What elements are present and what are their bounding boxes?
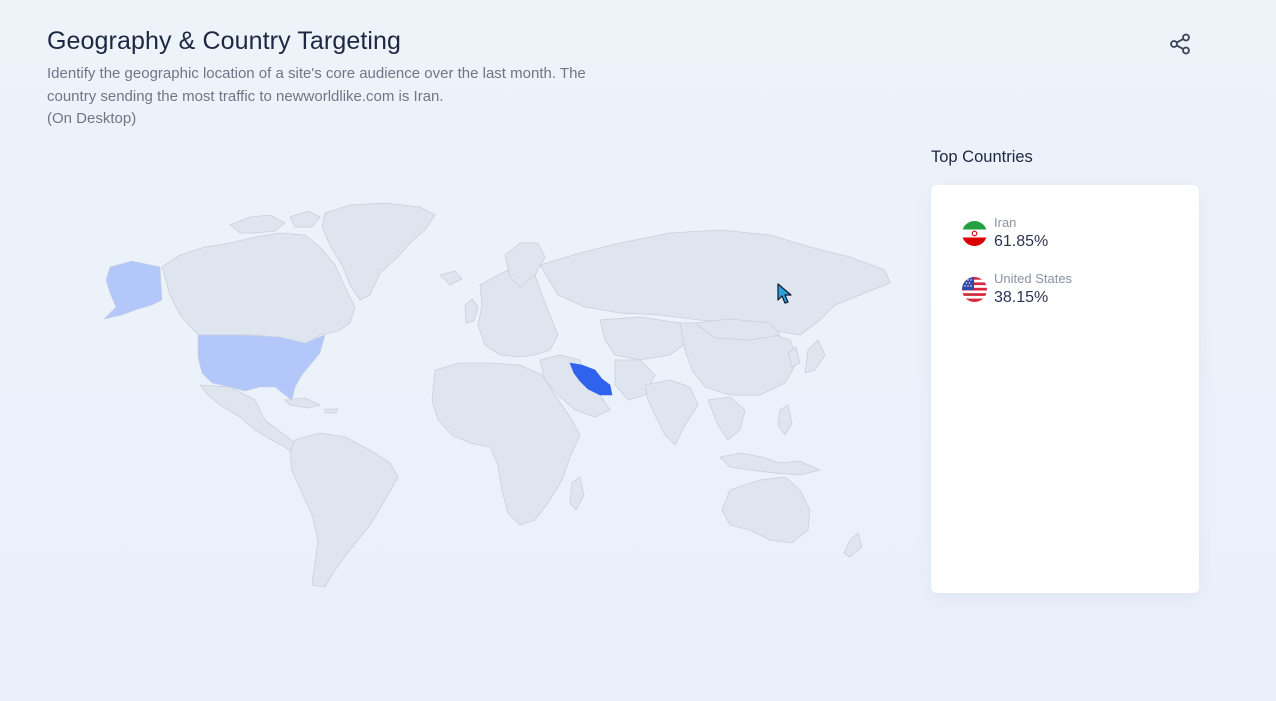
map-country-india[interactable]: [644, 379, 699, 446]
page-title: Geography & Country Targeting: [47, 27, 402, 55]
country-name: Iran: [994, 215, 1017, 230]
share-icon: [1170, 33, 1190, 55]
map-country-new-zealand[interactable]: [843, 532, 863, 558]
map-country-japan[interactable]: [804, 339, 826, 374]
description-line-2: country sending the most traffic to neww…: [47, 87, 444, 105]
country-percent: 38.15%: [994, 289, 1049, 306]
map-country-southeast-asia[interactable]: [707, 396, 746, 441]
mouse-cursor-icon: [777, 283, 792, 304]
map-country-central-asia[interactable]: [599, 316, 691, 361]
iran-flag-icon: [962, 221, 987, 246]
map-country-indonesia[interactable]: [719, 452, 821, 476]
description-line-3: (On Desktop): [47, 110, 137, 127]
map-country-south-america[interactable]: [289, 432, 399, 588]
map-country-alaska[interactable]: [103, 260, 163, 320]
map-country-philippines[interactable]: [777, 404, 793, 436]
map-country-russia[interactable]: [539, 229, 891, 336]
map-country-uk[interactable]: [464, 298, 479, 324]
world-map[interactable]: [80, 195, 900, 595]
map-caribbean: [284, 397, 339, 414]
map-country-madagascar[interactable]: [569, 476, 585, 511]
description-line-1: Identify the geographic location of a si…: [47, 65, 586, 82]
share-button[interactable]: [1166, 30, 1194, 58]
country-row-iran[interactable]: Iran 61.85%: [962, 215, 1182, 255]
page: Geography & Country Targeting Identify t…: [0, 0, 1276, 701]
map-country-iceland[interactable]: [439, 270, 463, 286]
top-countries-title: Top Countries: [931, 148, 1033, 166]
map-country-australia[interactable]: [721, 476, 811, 544]
map-country-canada[interactable]: [161, 232, 356, 346]
page-description: Identify the geographic location of a si…: [47, 63, 687, 131]
country-row-united-states[interactable]: United States 38.15%: [962, 271, 1182, 311]
map-canada-islands: [229, 210, 321, 234]
us-flag-icon: [962, 277, 987, 302]
country-percent: 61.85%: [994, 233, 1049, 250]
top-countries-card: Iran 61.85% United States 38.15%: [931, 185, 1199, 593]
country-name: United States: [994, 271, 1073, 286]
